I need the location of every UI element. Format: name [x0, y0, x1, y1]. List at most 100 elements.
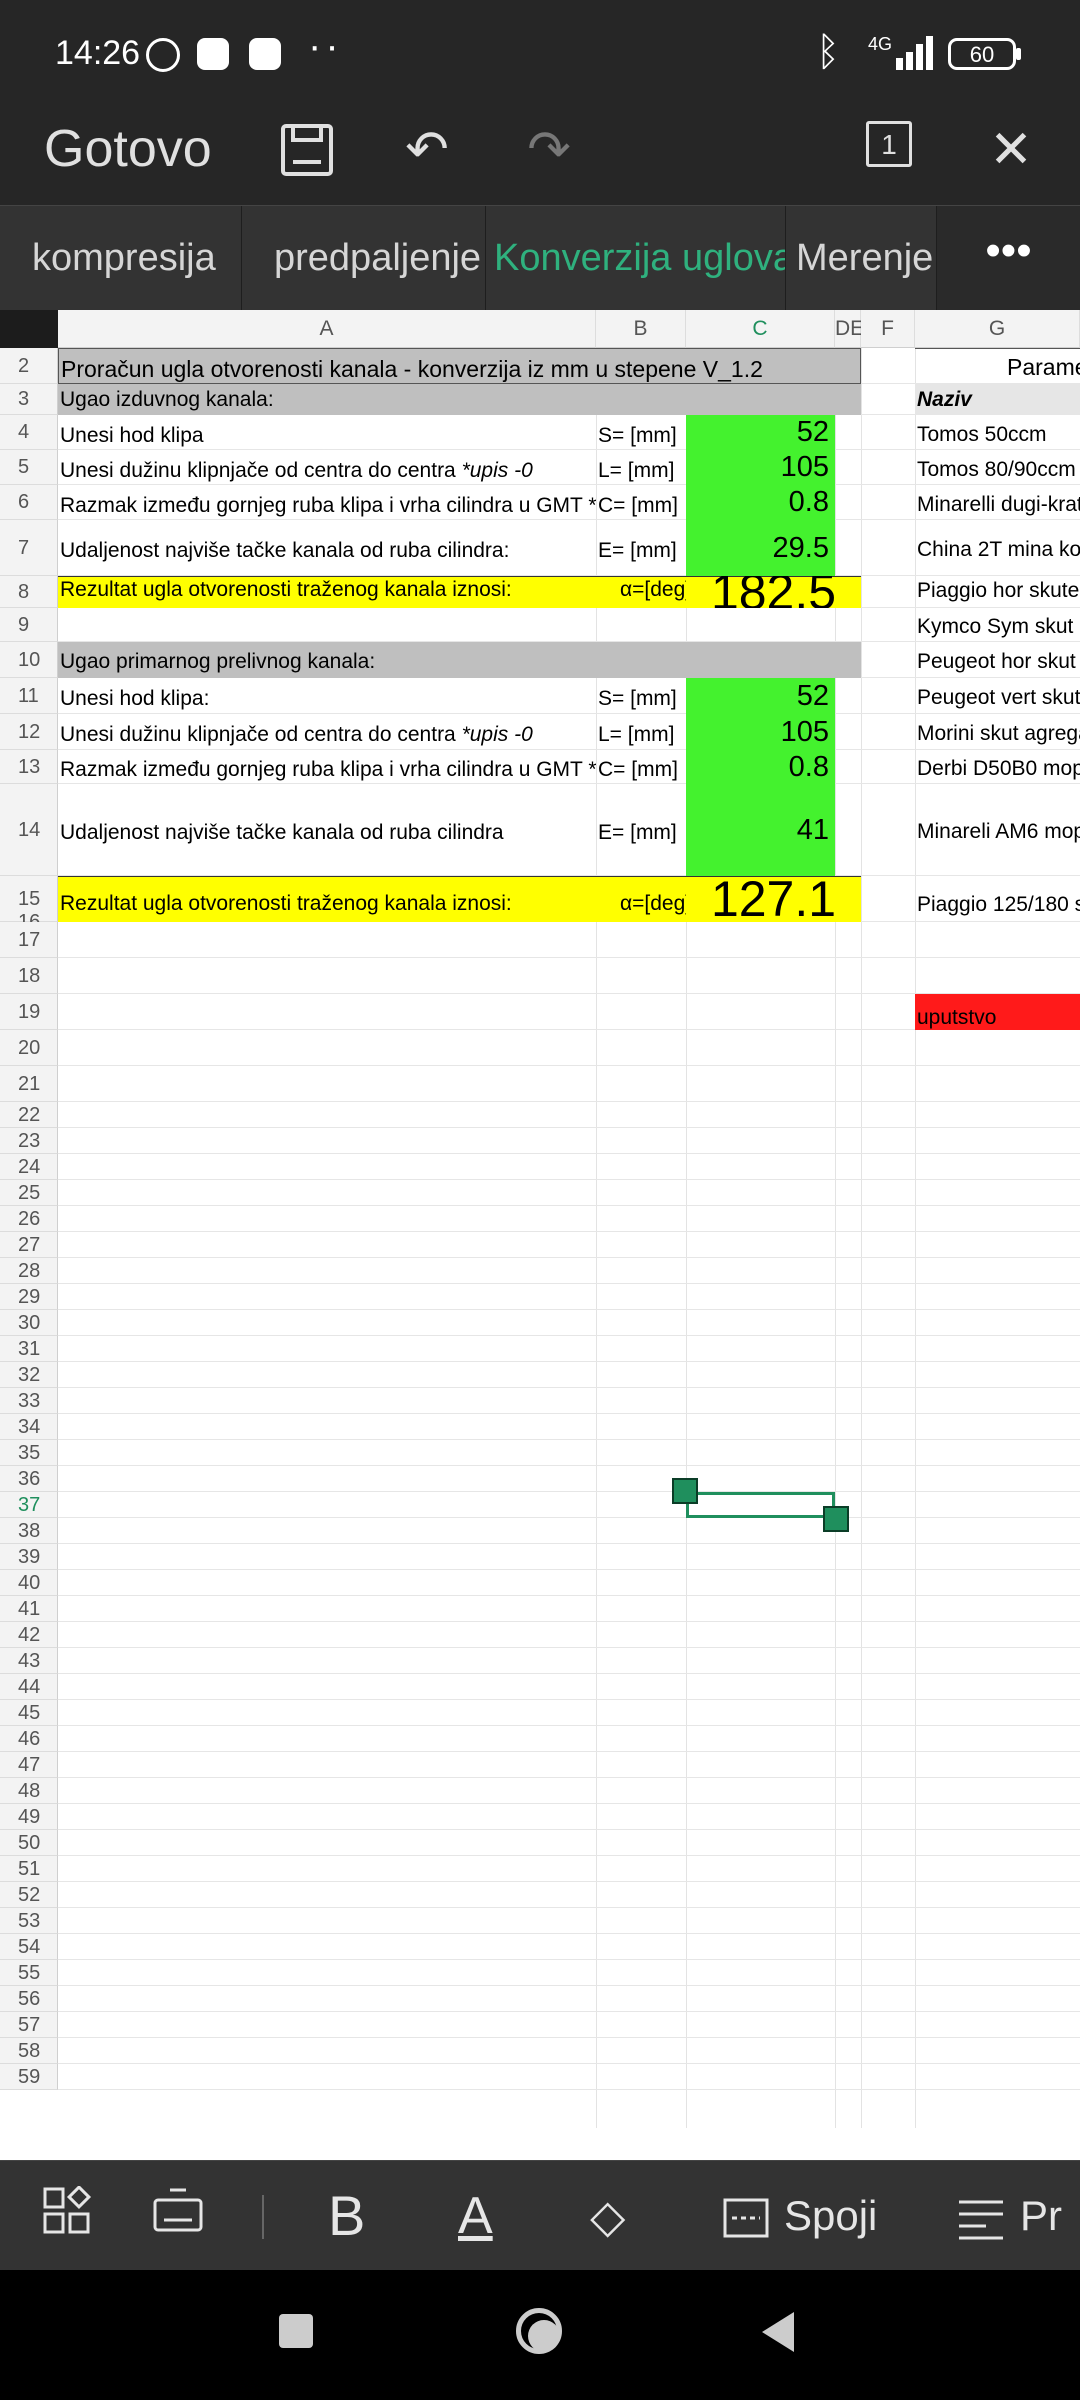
transfer-input-unit-3[interactable]: E= [mm]	[596, 784, 686, 876]
undo-icon[interactable]: ↶	[392, 115, 462, 185]
exhaust-input-unit-0[interactable]: S= [mm]	[596, 415, 686, 450]
row-header-40[interactable]: 40	[0, 1570, 58, 1596]
row-header-22[interactable]: 22	[0, 1102, 58, 1128]
row-header-58[interactable]: 58	[0, 2038, 58, 2064]
exhaust-input-value-0[interactable]: 52	[686, 415, 835, 450]
exhaust-result-label[interactable]: Rezultat ugla otvorenosti traženog kanal…	[58, 578, 596, 606]
g-item-7[interactable]: Peugeot vert skut	[915, 678, 1080, 714]
row-header-24[interactable]: 24	[0, 1154, 58, 1180]
row-header-13[interactable]: 13	[0, 750, 58, 784]
exhaust-input-value-3[interactable]: 29.5	[686, 520, 835, 576]
transfer-input-value-1[interactable]: 105	[686, 714, 835, 750]
row-header-10[interactable]: 10	[0, 642, 58, 678]
column-header-b[interactable]: B	[596, 310, 686, 348]
row-header-42[interactable]: 42	[0, 1622, 58, 1648]
redo-icon[interactable]: ↷	[514, 115, 584, 185]
g-item-4[interactable]: Piaggio hor skuter	[915, 576, 1080, 606]
g-item-0[interactable]: Tomos 50ccm	[915, 415, 1080, 450]
g-naziv[interactable]: Naziv	[915, 384, 1080, 415]
row-header-18[interactable]: 18	[0, 958, 58, 994]
g-item-11[interactable]: Piaggio 125/180 sk	[915, 890, 1080, 920]
row-header-29[interactable]: 29	[0, 1284, 58, 1310]
done-button[interactable]: Gotovo	[44, 119, 212, 179]
exhaust-result-value[interactable]: 182.5	[686, 576, 861, 608]
row-header-44[interactable]: 44	[0, 1674, 58, 1700]
transfer-input-value-2[interactable]: 0.8	[686, 750, 835, 784]
transfer-result-unit[interactable]: α=[deg]	[620, 892, 686, 920]
row-header-21[interactable]: 21	[0, 1066, 58, 1102]
row-header-56[interactable]: 56	[0, 1986, 58, 2012]
row-header-26[interactable]: 26	[0, 1206, 58, 1232]
row-header-47[interactable]: 47	[0, 1752, 58, 1778]
g-item-3[interactable]: China 2T mina kop	[915, 520, 1080, 576]
font-color-icon[interactable]: A	[458, 2186, 493, 2246]
g-item-9[interactable]: Derbi D50B0 mope	[915, 750, 1080, 784]
row-header-52[interactable]: 52	[0, 1882, 58, 1908]
back-button[interactable]	[762, 2312, 794, 2352]
tab-konverzija-uglova[interactable]: Konverzija uglova	[486, 206, 786, 311]
tab-merenje[interactable]: Merenje a	[786, 206, 937, 311]
row-header-7[interactable]: 7	[0, 520, 58, 576]
exhaust-result-unit[interactable]: α=[deg]	[620, 578, 686, 606]
row-header-50[interactable]: 50	[0, 1830, 58, 1856]
exhaust-input-label-2[interactable]: Razmak između gornjeg ruba klipa i vrha …	[58, 485, 596, 520]
transfer-input-value-3[interactable]: 41	[686, 784, 835, 876]
column-header-a[interactable]: A	[58, 310, 596, 348]
spreadsheet-grid[interactable]: ABCDEFG234567891011121314151617181920212…	[0, 310, 1080, 2160]
save-icon[interactable]	[272, 115, 342, 185]
cell-selection[interactable]	[686, 1492, 835, 1518]
row-header-46[interactable]: 46	[0, 1726, 58, 1752]
g-item-8[interactable]: Morini skut agrega	[915, 714, 1080, 750]
exhaust-input-label-1[interactable]: Unesi dužinu klipnjače od centra do cent…	[58, 450, 596, 485]
row-header-49[interactable]: 49	[0, 1804, 58, 1830]
transfer-input-label-1[interactable]: Unesi dužinu klipnjače od centra do cent…	[58, 714, 596, 750]
row-header-12[interactable]: 12	[0, 714, 58, 750]
row-header-57[interactable]: 57	[0, 2012, 58, 2038]
close-icon[interactable]: ✕	[976, 115, 1046, 185]
exhaust-input-label-0[interactable]: Unesi hod klipa	[58, 415, 596, 450]
row-header-30[interactable]: 30	[0, 1310, 58, 1336]
exhaust-input-value-1[interactable]: 105	[686, 450, 835, 485]
row-header-34[interactable]: 34	[0, 1414, 58, 1440]
column-header-de[interactable]: DE	[835, 310, 864, 348]
wrap-text-button[interactable]: Pr	[1020, 2186, 1062, 2246]
row-header-41[interactable]: 41	[0, 1596, 58, 1622]
row-header-28[interactable]: 28	[0, 1258, 58, 1284]
row-header-35[interactable]: 35	[0, 1440, 58, 1466]
row-header-55[interactable]: 55	[0, 1960, 58, 1986]
row-header-20[interactable]: 20	[0, 1030, 58, 1066]
column-header-c[interactable]: C	[686, 310, 835, 348]
row-header-59[interactable]: 59	[0, 2064, 58, 2090]
row-header-6[interactable]: 6	[0, 485, 58, 520]
row-header-4[interactable]: 4	[0, 415, 58, 450]
sheet-title-cell[interactable]: Proračun ugla otvorenosti kanala - konve…	[58, 348, 861, 384]
bold-icon[interactable]: B	[328, 2186, 365, 2246]
g-item-2[interactable]: Minarelli dugi-kratk	[915, 485, 1080, 520]
section-header-transfer[interactable]: Ugao primarnog prelivnog kanala:	[58, 642, 861, 678]
transfer-input-value-0[interactable]: 52	[686, 678, 835, 714]
g-item-1[interactable]: Tomos 80/90ccm	[915, 450, 1080, 485]
transfer-input-label-0[interactable]: Unesi hod klipa:	[58, 678, 596, 714]
row-header-17[interactable]: 17	[0, 922, 58, 958]
column-header-g[interactable]: G	[915, 310, 1080, 348]
page-count-button[interactable]: 1	[866, 121, 912, 167]
row-header-45[interactable]: 45	[0, 1700, 58, 1726]
exhaust-input-label-3[interactable]: Udaljenost najviše tačke kanala od ruba …	[58, 520, 596, 576]
transfer-result-label[interactable]: Rezultat ugla otvorenosti traženog kanal…	[58, 892, 596, 920]
row-header-31[interactable]: 31	[0, 1336, 58, 1362]
row-header-48[interactable]: 48	[0, 1778, 58, 1804]
select-all-corner[interactable]	[0, 310, 58, 348]
keyboard-icon[interactable]	[152, 2186, 204, 2246]
transfer-input-unit-1[interactable]: L= [mm]	[596, 714, 686, 750]
transfer-result-value[interactable]: 127.1	[686, 876, 861, 922]
row-header-11[interactable]: 11	[0, 678, 58, 714]
row-header-53[interactable]: 53	[0, 1908, 58, 1934]
row-header-9[interactable]: 9	[0, 608, 58, 642]
transfer-input-label-2[interactable]: Razmak između gornjeg ruba klipa i vrha …	[58, 750, 596, 784]
tab-predpaljenje[interactable]: predpaljenje	[242, 206, 486, 311]
row-header-43[interactable]: 43	[0, 1648, 58, 1674]
tab-kompresija[interactable]: kompresija	[0, 206, 242, 311]
row-header-38[interactable]: 38	[0, 1518, 58, 1544]
g-item-6[interactable]: Peugeot hor skut	[915, 642, 1080, 678]
row-header-25[interactable]: 25	[0, 1180, 58, 1206]
